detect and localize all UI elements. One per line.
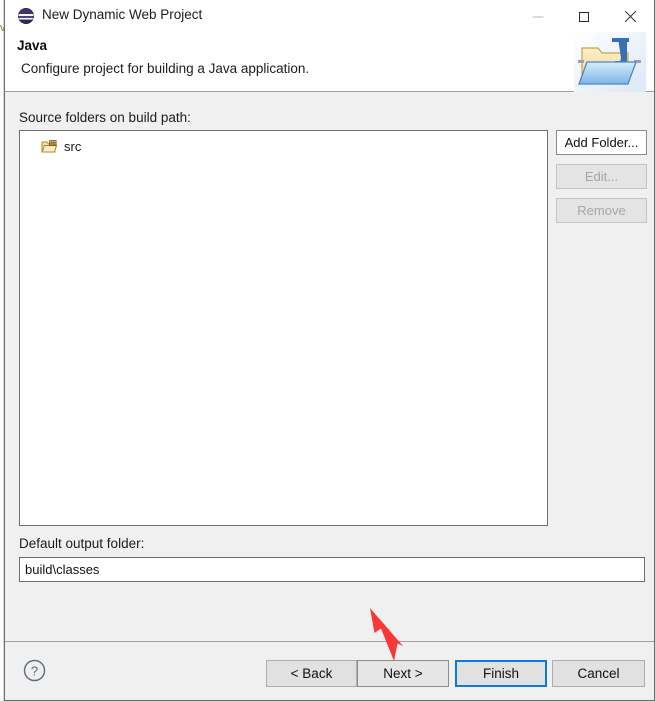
eclipse-logo-icon: [18, 8, 34, 24]
java-project-folder-icon: [574, 32, 646, 92]
list-item[interactable]: src: [41, 137, 81, 155]
source-folders-list[interactable]: src: [19, 130, 548, 526]
dialog-footer: ? < Back Next > Finish Cancel: [5, 641, 654, 700]
default-output-folder-input[interactable]: [19, 557, 645, 582]
wizard-header: Java Configure project for building a Ja…: [5, 32, 654, 92]
wizard-body: Source folders on build path: src Add Fo…: [5, 92, 654, 641]
default-output-folder-label: Default output folder:: [19, 536, 145, 551]
page-title: Java: [17, 38, 48, 53]
page-description: Configure project for building a Java ap…: [21, 61, 310, 76]
edit-button: Edit...: [556, 164, 647, 189]
svg-text:?: ?: [31, 663, 38, 678]
remove-button: Remove: [556, 198, 647, 223]
source-folders-label: Source folders on build path:: [19, 110, 191, 125]
next-button[interactable]: Next >: [357, 660, 449, 687]
maximize-button[interactable]: [561, 0, 607, 33]
back-button[interactable]: < Back: [266, 660, 357, 687]
window-title: New Dynamic Web Project: [42, 7, 203, 22]
finish-button[interactable]: Finish: [455, 660, 547, 687]
minimize-icon: [532, 16, 544, 17]
help-icon[interactable]: ?: [23, 659, 46, 682]
list-item-label: src: [64, 138, 82, 154]
maximize-icon: [579, 11, 589, 22]
title-bar[interactable]: New Dynamic Web Project: [5, 0, 654, 33]
new-dynamic-web-project-dialog: New Dynamic Web Project Java Configure p…: [4, 0, 655, 701]
source-folder-icon: [41, 139, 58, 152]
add-folder-button[interactable]: Add Folder...: [556, 130, 647, 155]
close-icon: [623, 10, 637, 24]
minimize-button[interactable]: [515, 0, 561, 33]
cancel-button[interactable]: Cancel: [552, 660, 645, 687]
close-button[interactable]: [607, 0, 653, 33]
